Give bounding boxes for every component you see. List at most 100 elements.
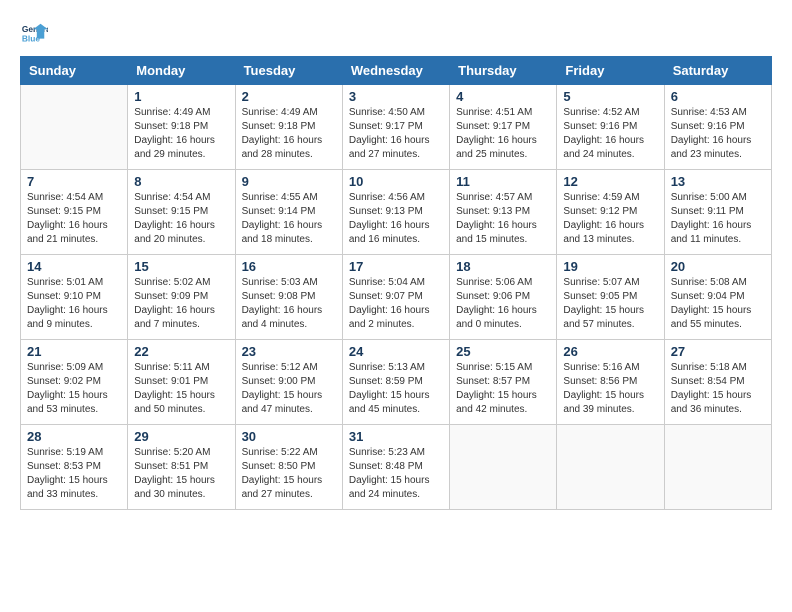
calendar-cell <box>21 85 128 170</box>
day-info: Sunrise: 5:04 AM Sunset: 9:07 PM Dayligh… <box>349 276 443 332</box>
day-info: Sunrise: 4:49 AM Sunset: 9:18 PM Dayligh… <box>134 106 228 162</box>
calendar-cell: 18Sunrise: 5:06 AM Sunset: 9:06 PM Dayli… <box>450 255 557 340</box>
week-row-2: 7 Sunrise: 4:54 AM Sunset: 9:15 PM Daylig… <box>21 170 772 255</box>
calendar-cell: 29 Sunrise: 5:20 AM Sunset: 8:51 PM Dayli… <box>128 425 235 510</box>
calendar-cell: 8 Sunrise: 4:54 AM Sunset: 9:15 PM Daylig… <box>128 170 235 255</box>
calendar-cell: 31 Sunrise: 5:23 AM Sunset: 8:48 PM Dayli… <box>342 425 449 510</box>
calendar-cell <box>557 425 664 510</box>
day-number: 30 <box>242 429 336 444</box>
day-info: Sunrise: 5:07 AM Sunset: 9:05 PM Dayligh… <box>563 276 657 332</box>
day-info: Sunrise: 4:49 AM Sunset: 9:18 PM Dayligh… <box>242 106 336 162</box>
day-number: 11 <box>456 174 550 189</box>
day-info: Sunrise: 5:15 AM Sunset: 8:57 PM Dayligh… <box>456 361 550 417</box>
day-info: Sunrise: 5:23 AM Sunset: 8:48 PM Dayligh… <box>349 446 443 502</box>
day-number: 4 <box>456 89 550 104</box>
day-number: 8 <box>134 174 228 189</box>
day-info: Sunrise: 4:51 AM Sunset: 9:17 PM Dayligh… <box>456 106 550 162</box>
calendar-cell: 26Sunrise: 5:16 AM Sunset: 8:56 PM Dayli… <box>557 340 664 425</box>
day-number: 13 <box>671 174 765 189</box>
calendar-cell: 20 Sunrise: 5:08 AM Sunset: 9:04 PM Dayli… <box>664 255 771 340</box>
calendar-cell <box>450 425 557 510</box>
day-info: Sunrise: 5:09 AM Sunset: 9:02 PM Dayligh… <box>27 361 121 417</box>
day-info: Sunrise: 4:54 AM Sunset: 9:15 PM Dayligh… <box>134 191 228 247</box>
calendar-cell: 1 Sunrise: 4:49 AM Sunset: 9:18 PM Daylig… <box>128 85 235 170</box>
day-info: Sunrise: 5:03 AM Sunset: 9:08 PM Dayligh… <box>242 276 336 332</box>
day-number: 29 <box>134 429 228 444</box>
day-info: Sunrise: 5:20 AM Sunset: 8:51 PM Dayligh… <box>134 446 228 502</box>
day-number: 15 <box>134 259 228 274</box>
day-info: Sunrise: 5:02 AM Sunset: 9:09 PM Dayligh… <box>134 276 228 332</box>
day-info: Sunrise: 5:13 AM Sunset: 8:59 PM Dayligh… <box>349 361 443 417</box>
weekday-header-saturday: Saturday <box>664 57 771 85</box>
calendar-cell: 30 Sunrise: 5:22 AM Sunset: 8:50 PM Dayli… <box>235 425 342 510</box>
calendar-cell: 23 Sunrise: 5:12 AM Sunset: 9:00 PM Dayli… <box>235 340 342 425</box>
day-number: 28 <box>27 429 121 444</box>
calendar-cell: 3 Sunrise: 4:50 AM Sunset: 9:17 PM Daylig… <box>342 85 449 170</box>
day-number: 12 <box>563 174 657 189</box>
weekday-header-tuesday: Tuesday <box>235 57 342 85</box>
day-info: Sunrise: 4:59 AM Sunset: 9:12 PM Dayligh… <box>563 191 657 247</box>
day-number: 19 <box>563 259 657 274</box>
day-number: 21 <box>27 344 121 359</box>
calendar-cell <box>664 425 771 510</box>
calendar-cell: 5Sunrise: 4:52 AM Sunset: 9:16 PM Daylig… <box>557 85 664 170</box>
day-number: 9 <box>242 174 336 189</box>
day-number: 7 <box>27 174 121 189</box>
calendar-cell: 7 Sunrise: 4:54 AM Sunset: 9:15 PM Daylig… <box>21 170 128 255</box>
day-number: 10 <box>349 174 443 189</box>
calendar-table: SundayMondayTuesdayWednesdayThursdayFrid… <box>20 56 772 510</box>
week-row-4: 21 Sunrise: 5:09 AM Sunset: 9:02 PM Dayli… <box>21 340 772 425</box>
calendar-cell: 13 Sunrise: 5:00 AM Sunset: 9:11 PM Dayli… <box>664 170 771 255</box>
day-info: Sunrise: 4:57 AM Sunset: 9:13 PM Dayligh… <box>456 191 550 247</box>
day-number: 14 <box>27 259 121 274</box>
calendar-cell: 25 Sunrise: 5:15 AM Sunset: 8:57 PM Dayli… <box>450 340 557 425</box>
day-info: Sunrise: 5:19 AM Sunset: 8:53 PM Dayligh… <box>27 446 121 502</box>
week-row-5: 28 Sunrise: 5:19 AM Sunset: 8:53 PM Dayli… <box>21 425 772 510</box>
calendar-cell: 16 Sunrise: 5:03 AM Sunset: 9:08 PM Dayli… <box>235 255 342 340</box>
weekday-header-row: SundayMondayTuesdayWednesdayThursdayFrid… <box>21 57 772 85</box>
day-info: Sunrise: 5:08 AM Sunset: 9:04 PM Dayligh… <box>671 276 765 332</box>
calendar-cell: 12 Sunrise: 4:59 AM Sunset: 9:12 PM Dayli… <box>557 170 664 255</box>
calendar-cell: 2 Sunrise: 4:49 AM Sunset: 9:18 PM Daylig… <box>235 85 342 170</box>
day-info: Sunrise: 5:06 AM Sunset: 9:06 PM Dayligh… <box>456 276 550 332</box>
day-number: 3 <box>349 89 443 104</box>
day-number: 25 <box>456 344 550 359</box>
calendar-cell: 21 Sunrise: 5:09 AM Sunset: 9:02 PM Dayli… <box>21 340 128 425</box>
day-info: Sunrise: 5:16 AM Sunset: 8:56 PM Dayligh… <box>563 361 657 417</box>
day-info: Sunrise: 4:53 AM Sunset: 9:16 PM Dayligh… <box>671 106 765 162</box>
weekday-header-friday: Friday <box>557 57 664 85</box>
calendar-cell: 28 Sunrise: 5:19 AM Sunset: 8:53 PM Dayli… <box>21 425 128 510</box>
day-info: Sunrise: 5:18 AM Sunset: 8:54 PM Dayligh… <box>671 361 765 417</box>
logo-icon: General Blue <box>20 20 48 48</box>
calendar-cell: 19 Sunrise: 5:07 AM Sunset: 9:05 PM Dayli… <box>557 255 664 340</box>
day-number: 31 <box>349 429 443 444</box>
calendar-cell: 22Sunrise: 5:11 AM Sunset: 9:01 PM Dayli… <box>128 340 235 425</box>
page-header: General Blue <box>20 20 772 48</box>
day-info: Sunrise: 5:12 AM Sunset: 9:00 PM Dayligh… <box>242 361 336 417</box>
day-number: 23 <box>242 344 336 359</box>
week-row-1: 1 Sunrise: 4:49 AM Sunset: 9:18 PM Daylig… <box>21 85 772 170</box>
day-number: 20 <box>671 259 765 274</box>
day-number: 27 <box>671 344 765 359</box>
calendar-cell: 27 Sunrise: 5:18 AM Sunset: 8:54 PM Dayli… <box>664 340 771 425</box>
day-info: Sunrise: 4:52 AM Sunset: 9:16 PM Dayligh… <box>563 106 657 162</box>
day-info: Sunrise: 5:11 AM Sunset: 9:01 PM Dayligh… <box>134 361 228 417</box>
day-number: 16 <box>242 259 336 274</box>
day-info: Sunrise: 5:00 AM Sunset: 9:11 PM Dayligh… <box>671 191 765 247</box>
logo: General Blue <box>20 20 48 48</box>
calendar-cell: 10Sunrise: 4:56 AM Sunset: 9:13 PM Dayli… <box>342 170 449 255</box>
weekday-header-monday: Monday <box>128 57 235 85</box>
weekday-header-wednesday: Wednesday <box>342 57 449 85</box>
calendar-cell: 11 Sunrise: 4:57 AM Sunset: 9:13 PM Dayli… <box>450 170 557 255</box>
weekday-header-thursday: Thursday <box>450 57 557 85</box>
day-info: Sunrise: 5:01 AM Sunset: 9:10 PM Dayligh… <box>27 276 121 332</box>
day-number: 24 <box>349 344 443 359</box>
day-number: 1 <box>134 89 228 104</box>
calendar-cell: 14 Sunrise: 5:01 AM Sunset: 9:10 PM Dayli… <box>21 255 128 340</box>
day-info: Sunrise: 4:54 AM Sunset: 9:15 PM Dayligh… <box>27 191 121 247</box>
day-number: 2 <box>242 89 336 104</box>
day-info: Sunrise: 4:50 AM Sunset: 9:17 PM Dayligh… <box>349 106 443 162</box>
day-number: 17 <box>349 259 443 274</box>
day-info: Sunrise: 5:22 AM Sunset: 8:50 PM Dayligh… <box>242 446 336 502</box>
calendar-cell: 6Sunrise: 4:53 AM Sunset: 9:16 PM Daylig… <box>664 85 771 170</box>
